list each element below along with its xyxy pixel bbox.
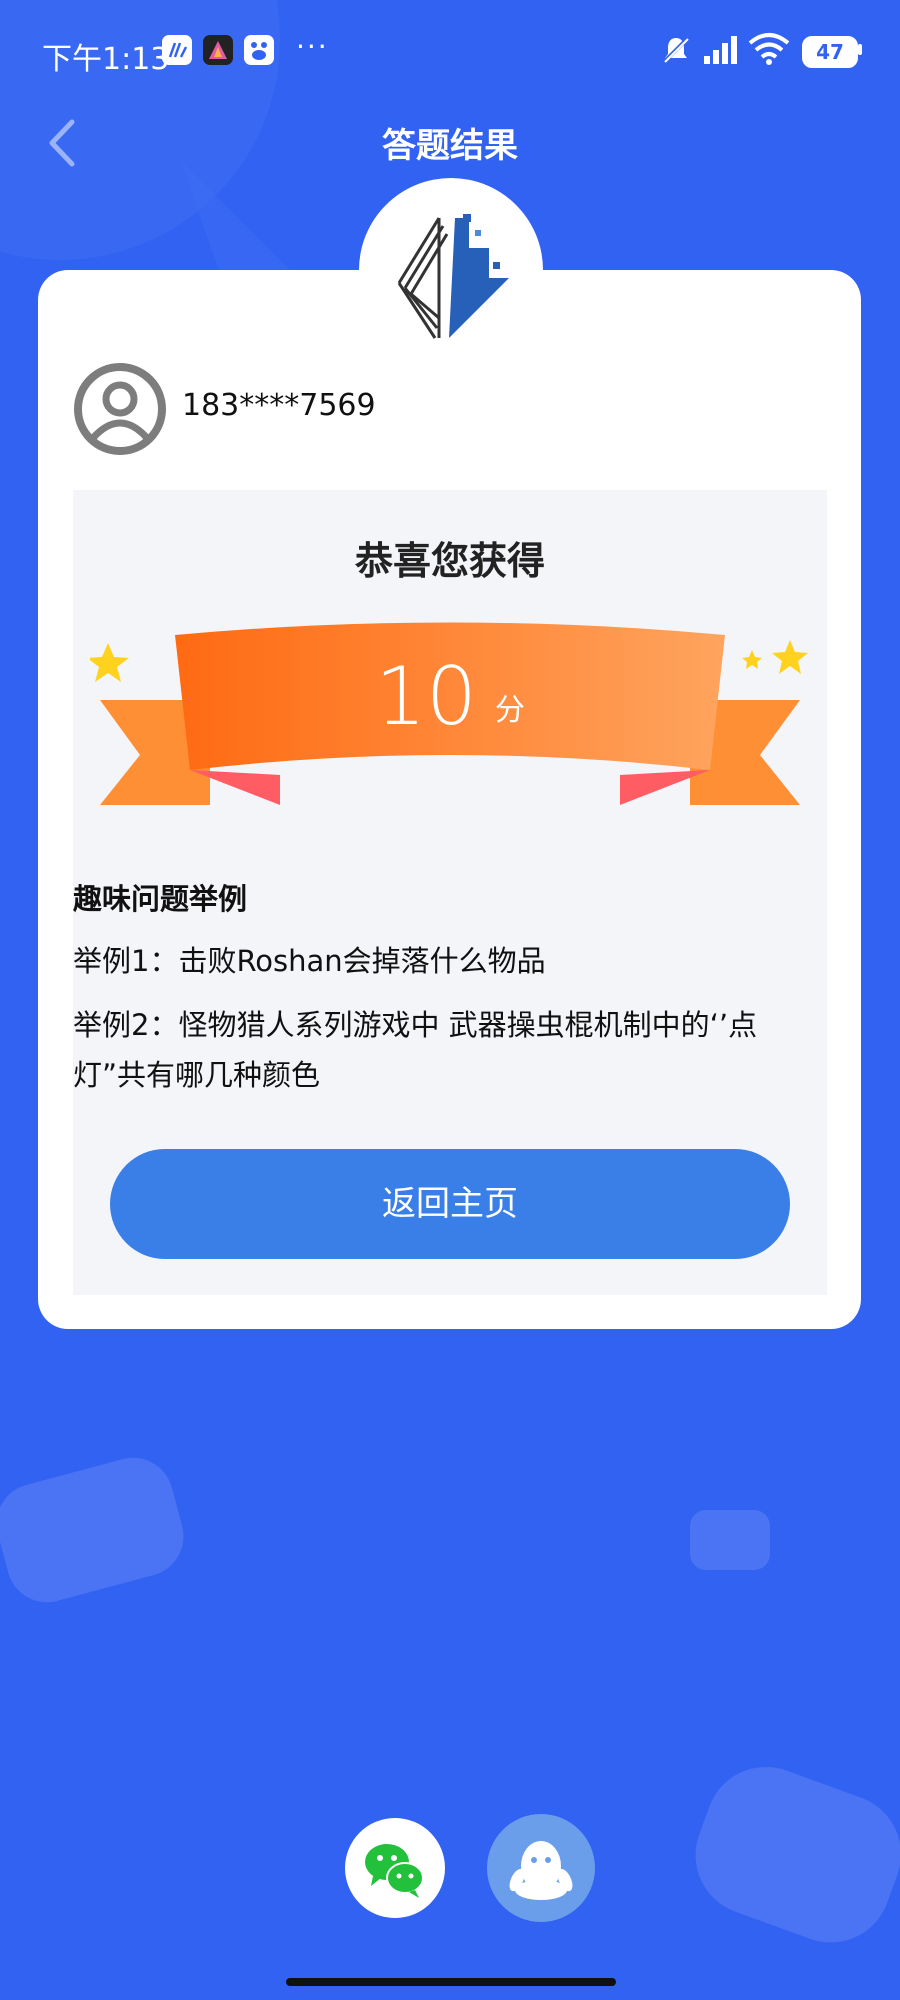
home-indicator[interactable] bbox=[286, 1978, 616, 1986]
signal-icon bbox=[704, 36, 737, 64]
wifi-icon bbox=[748, 33, 790, 65]
battery-tip bbox=[858, 44, 862, 55]
battery-icon: 47 bbox=[802, 36, 858, 68]
app-logo bbox=[359, 178, 543, 362]
user-phone: 183****7569 bbox=[182, 388, 376, 423]
score-unit: 分 bbox=[494, 692, 525, 728]
qq-icon bbox=[509, 1841, 573, 1900]
example-item: 举例2：怪物猎人系列游戏中 武器操虫棍机制中的‘’点灯”共有哪几种颜色 bbox=[73, 1008, 758, 1092]
baidu-icon bbox=[244, 35, 274, 65]
mute-icon bbox=[662, 36, 690, 64]
examples-title: 趣味问题举例 bbox=[73, 882, 248, 916]
app-icon bbox=[162, 35, 192, 65]
wechat-icon bbox=[365, 1844, 424, 1898]
home-button[interactable]: 返回主页 bbox=[110, 1149, 790, 1259]
qq-share-button[interactable] bbox=[487, 1814, 595, 1922]
status-right-icons: 47 bbox=[660, 28, 900, 72]
status-bar: 下午1:13 ··· 47 bbox=[0, 0, 900, 100]
status-more: ··· bbox=[296, 30, 329, 63]
wechat-share-button[interactable] bbox=[345, 1818, 445, 1918]
congrats-text: 恭喜您获得 bbox=[354, 539, 545, 583]
example-item: 举例1：击败Roshan会掉落什么物品 bbox=[73, 944, 546, 978]
prism-app-icon bbox=[203, 35, 233, 65]
user-avatar-icon bbox=[74, 363, 166, 455]
page-title: 答题结果 bbox=[382, 126, 518, 166]
score-display: 10 分 bbox=[0, 650, 900, 743]
score-value: 10 bbox=[375, 650, 477, 743]
status-time: 下午1:13 bbox=[42, 42, 170, 77]
